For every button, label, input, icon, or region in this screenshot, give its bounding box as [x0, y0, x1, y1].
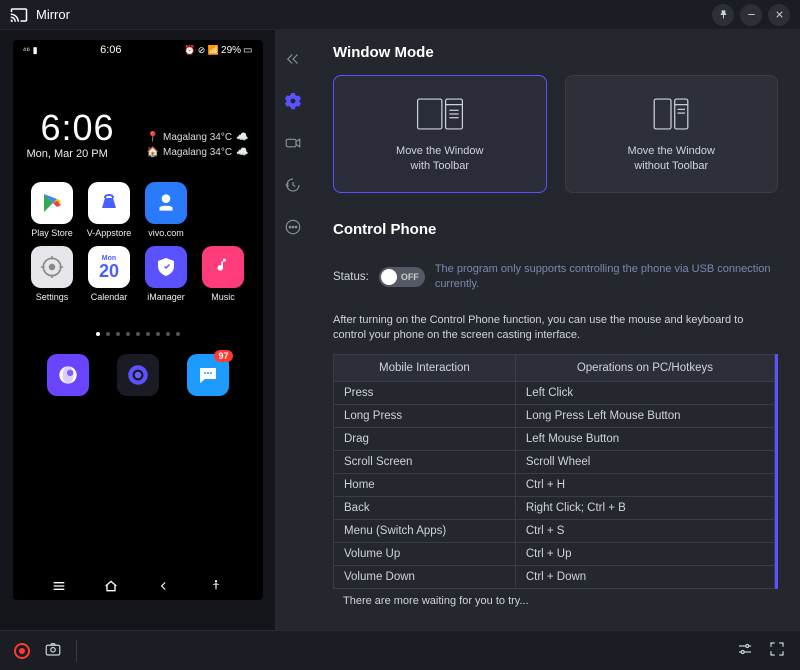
instructions-text: After turning on the Control Phone funct…: [333, 313, 778, 344]
table-row: BackRight Click; Ctrl + B: [334, 496, 775, 519]
app-title: Mirror: [36, 7, 70, 22]
nav-back[interactable]: [154, 576, 174, 596]
app-label: vivo.com: [148, 228, 184, 238]
history-button[interactable]: [282, 174, 304, 196]
mode-label: Move the Window with Toolbar: [396, 144, 483, 175]
phone-status-bar: ⁴⁶ ▮ 6:06 ⏰ ⊘ 📶 29% ▭: [13, 40, 263, 60]
dock-camera[interactable]: [117, 354, 159, 396]
titlebar: Mirror: [0, 0, 800, 30]
side-toolbar: [275, 30, 311, 630]
app-label: Calendar: [91, 292, 128, 302]
status-icons: ⏰ ⊘ 📶 29% ▭: [184, 45, 252, 56]
table-row: HomeCtrl + H: [334, 473, 775, 496]
mode-label: Move the Window without Toolbar: [628, 144, 715, 175]
battery-percent: 29%: [221, 45, 241, 56]
app-label: Settings: [36, 292, 69, 302]
app-calendar[interactable]: Mon20Calendar: [84, 246, 135, 302]
app-label: Play Store: [31, 228, 73, 238]
app-settings[interactable]: Settings: [27, 246, 78, 302]
more-button[interactable]: [282, 216, 304, 238]
cast-icon: [10, 6, 28, 24]
fullscreen-button[interactable]: [768, 640, 786, 661]
record-button[interactable]: [14, 643, 30, 659]
phone-mirror-panel: ⁴⁶ ▮ 6:06 ⏰ ⊘ 📶 29% ▭ 6:06 Mon, Mar 20 P…: [0, 30, 275, 630]
app-vappstore[interactable]: V-Appstore: [84, 182, 135, 238]
bottom-bar: [0, 630, 800, 670]
mode-with-toolbar[interactable]: Move the Window with Toolbar: [333, 75, 547, 193]
minimize-button[interactable]: [740, 4, 762, 26]
status-label: Status:: [333, 271, 369, 283]
settings-sliders-button[interactable]: [736, 640, 754, 661]
app-grid: Play StoreV-Appstorevivo.comxSettingsMon…: [13, 160, 263, 302]
table-row: DragLeft Mouse Button: [334, 427, 775, 450]
dock-messages[interactable]: 97: [187, 354, 229, 396]
table-row: Volume UpCtrl + Up: [334, 542, 775, 565]
lock-date: Mon, Mar 20 PM: [27, 148, 115, 160]
badge: 97: [214, 350, 232, 362]
phone-nav-bar: [13, 572, 263, 600]
app-label: Music: [211, 292, 235, 302]
app-label: V-Appstore: [87, 228, 132, 238]
lock-clock: 6:06: [41, 110, 115, 146]
collapse-button[interactable]: [282, 48, 304, 70]
weather-widget: 📍Magalang 34°C☁️ 🏠Magalang 34°C☁️: [147, 130, 249, 160]
control-phone-title: Control Phone: [333, 221, 778, 238]
pin-icon: 📍: [147, 130, 159, 145]
more-text: There are more waiting for you to try...: [333, 589, 778, 613]
table-row: Menu (Switch Apps)Ctrl + S: [334, 519, 775, 542]
home-pin-icon: 🏠: [147, 145, 159, 160]
window-mode-title: Window Mode: [333, 44, 778, 61]
settings-gear-button[interactable]: [282, 90, 304, 112]
mode-without-toolbar[interactable]: Move the Window without Toolbar: [565, 75, 779, 193]
phone-dock: 97: [13, 336, 263, 396]
pin-button[interactable]: [712, 4, 734, 26]
screenshot-button[interactable]: [44, 640, 62, 661]
table-row: PressLeft Click: [334, 381, 775, 404]
table-row: Scroll ScreenScroll Wheel: [334, 450, 775, 473]
close-button[interactable]: [768, 4, 790, 26]
app-label: iManager: [147, 292, 185, 302]
th-pc: Operations on PC/Hotkeys: [515, 354, 774, 381]
settings-panel: Window Mode Move the Window with Toolbar…: [311, 30, 800, 630]
table-row: Volume DownCtrl + Down: [334, 565, 775, 588]
control-toggle[interactable]: OFF: [379, 267, 425, 287]
dock-browser[interactable]: [47, 354, 89, 396]
th-mobile: Mobile Interaction: [334, 354, 516, 381]
app-music[interactable]: Music: [198, 246, 249, 302]
phone-screen[interactable]: ⁴⁶ ▮ 6:06 ⏰ ⊘ 📶 29% ▭ 6:06 Mon, Mar 20 P…: [13, 40, 263, 600]
nav-home[interactable]: [101, 576, 121, 596]
app-vivo[interactable]: vivo.com: [141, 182, 192, 238]
separator: [76, 640, 77, 662]
nav-accessibility[interactable]: [206, 576, 226, 596]
table-row: Long PressLong Press Left Mouse Button: [334, 404, 775, 427]
record-toggle-button[interactable]: [282, 132, 304, 154]
phone-clock: 6:06: [100, 44, 121, 56]
nav-menu[interactable]: [49, 576, 69, 596]
app-playstore[interactable]: Play Store: [27, 182, 78, 238]
status-description: The program only supports controlling th…: [435, 262, 778, 293]
hotkey-table: Mobile Interaction Operations on PC/Hotk…: [333, 354, 778, 589]
signal-icon: ⁴⁶ ▮: [23, 45, 38, 56]
app-imanager[interactable]: iManager: [141, 246, 192, 302]
